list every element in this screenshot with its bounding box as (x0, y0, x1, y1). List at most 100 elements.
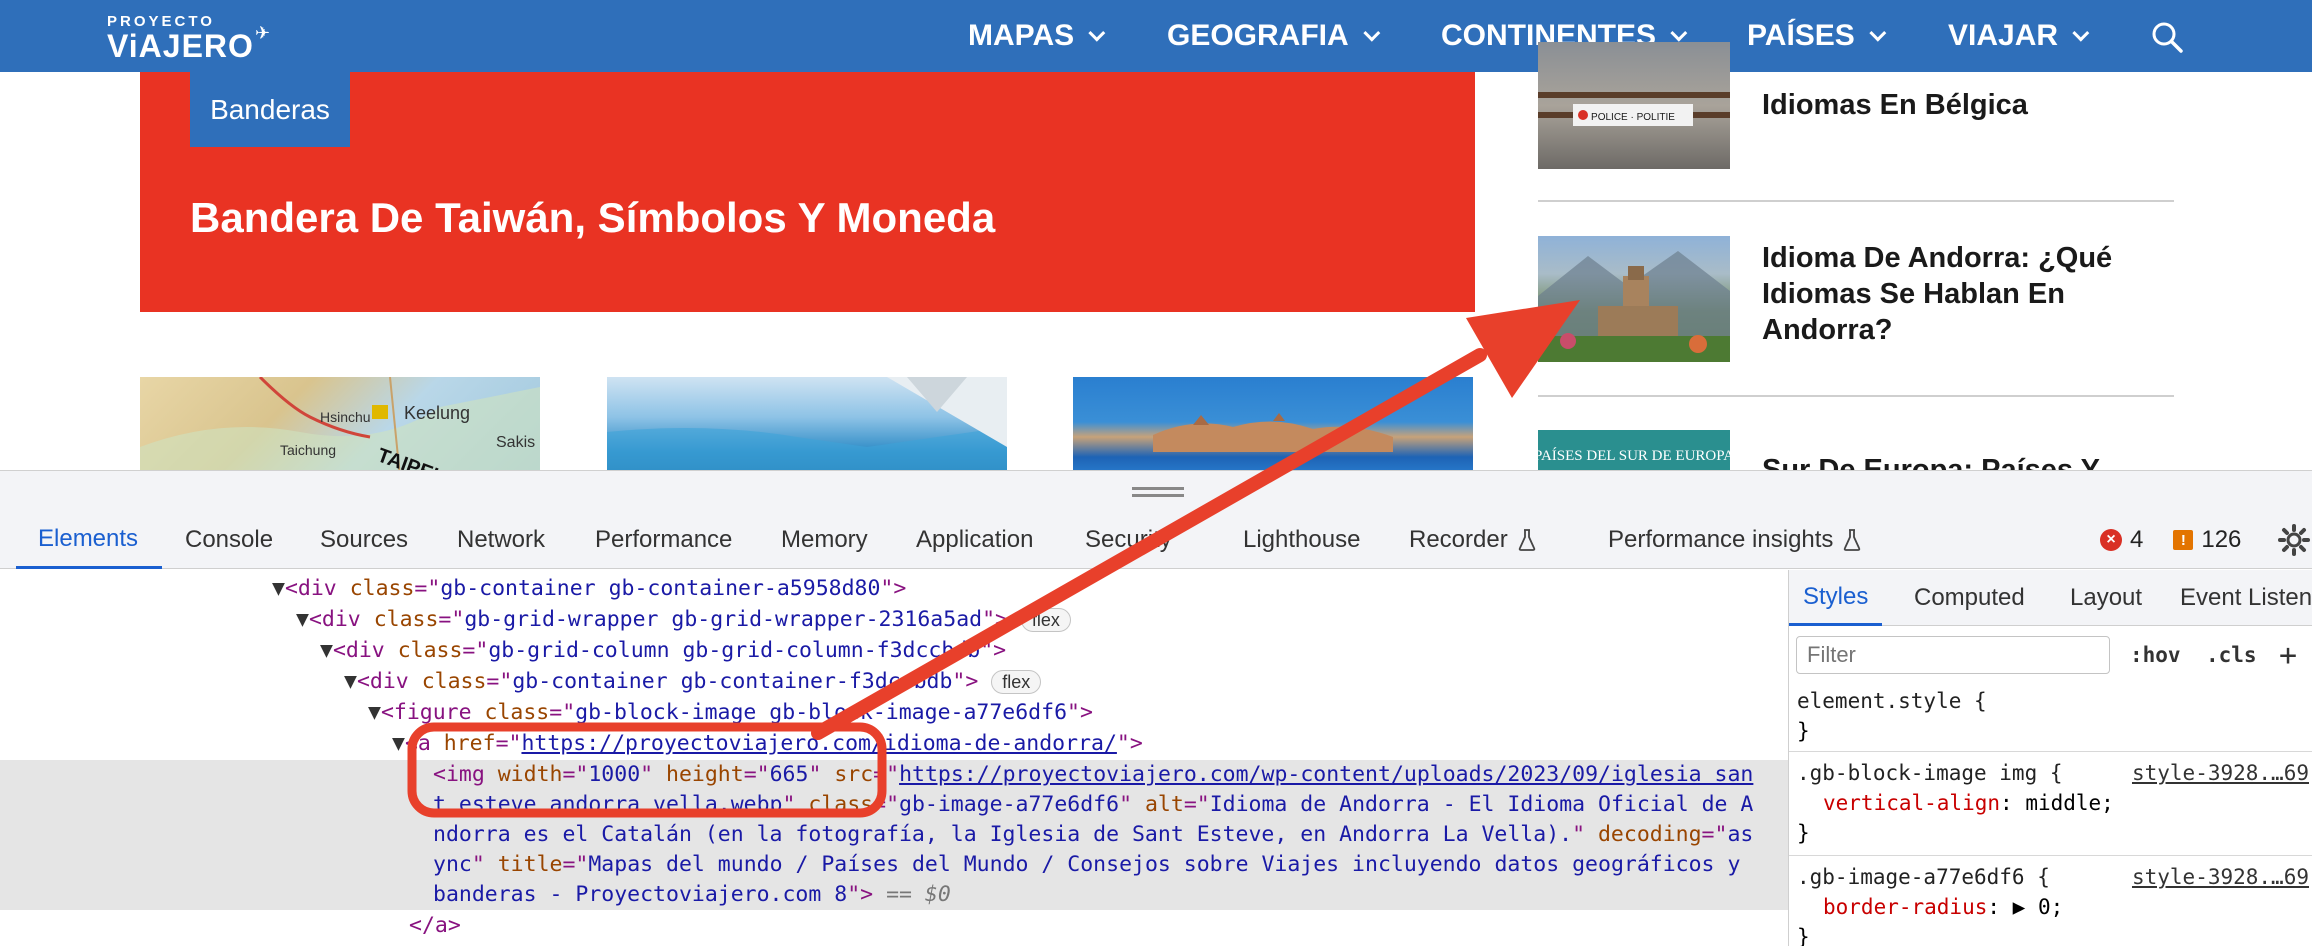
chevron-down-icon (1363, 24, 1380, 42)
css-value: ▶ 0; (2012, 895, 2064, 919)
tab-memory[interactable]: Memory (781, 511, 868, 569)
sidebar-article-andorra[interactable]: Idioma De Andorra: ¿Qué Idiomas Se Habla… (1538, 236, 2174, 362)
category-badge[interactable]: Banderas (190, 72, 350, 147)
node-class: gb-container gb-container-f3dccbdb (512, 669, 953, 694)
tab-network[interactable]: Network (457, 511, 545, 569)
tab-security[interactable]: Security (1085, 511, 1172, 569)
node-class: gb-grid-wrapper gb-grid-wrapper-2316a5ad (464, 607, 983, 632)
img-title-value: Mapas del mundo / Países del Mundo / Con… (588, 852, 1741, 877)
nav-label: MAPAS (968, 19, 1075, 52)
map-label-keelung: Keelung (404, 403, 470, 423)
tab-console[interactable]: Console (185, 511, 273, 569)
sidebar-divider (1538, 200, 2174, 202)
img-decoding-value: as (1727, 822, 1754, 847)
error-count: 4 (2130, 526, 2144, 553)
article-title[interactable]: Sur De Europa: Países Y (1762, 452, 2182, 470)
dom-node-figure[interactable]: ▼<figure class="gb-block-image gb-block-… (368, 698, 1093, 729)
plane-icon: ✈ (255, 23, 271, 43)
article-thumbnail (1538, 236, 1730, 362)
css-selector: element.style { (1797, 689, 1987, 713)
tab-performance-insights-label: Performance insights (1608, 526, 1834, 553)
thumbnail-aerial-sea[interactable] (607, 377, 1007, 470)
css-declaration[interactable]: vertical-align: middle; (1797, 788, 2312, 818)
chevron-down-icon (1088, 24, 1106, 42)
search-icon[interactable] (2150, 20, 2184, 54)
tab-sources[interactable]: Sources (320, 511, 408, 569)
tab-application[interactable]: Application (916, 511, 1033, 569)
article-title[interactable]: Idiomas En Bélgica (1762, 87, 2182, 123)
article-thumbnail: POLICE · POLITIE (1538, 42, 1730, 169)
tab-performance-insights[interactable]: Performance insights (1608, 511, 1861, 569)
devtools-tab-bar: Elements Console Sources Network Perform… (0, 511, 2312, 569)
dom-node-img-line-5[interactable]: banderas - Proyectoviajero.com 8"> == $0 (433, 880, 951, 911)
dom-node-img-line-4[interactable]: ync" title="Mapas del mundo / Países del… (433, 850, 1740, 881)
css-rule-gb-block-image[interactable]: .gb-block-image img { style-3928.…69 ver… (1789, 758, 2312, 856)
img-width-value: 1000 (588, 762, 641, 787)
dom-node-img-line-2[interactable]: t esteve andorra vella.webp" class="gb-i… (433, 790, 1753, 821)
tab-lighthouse[interactable]: Lighthouse (1243, 511, 1360, 569)
dom-node-container[interactable]: ▼<div class="gb-container gb-container-a… (272, 574, 906, 605)
tab-elements[interactable]: Elements (16, 511, 163, 569)
styles-filter-input[interactable] (1796, 636, 2110, 674)
dom-node-grid-wrapper[interactable]: ▼<div class="gb-grid-wrapper gb-grid-wra… (296, 605, 1071, 636)
sea-illustration (607, 377, 1007, 470)
dom-node-inner-container[interactable]: ▼<div class="gb-container gb-container-f… (344, 667, 1042, 698)
map-illustration: Keelung TAIPEI Hsinchu Taichung Sakis (140, 377, 540, 470)
css-value: middle; (2025, 791, 2114, 815)
dom-node-img-line-3[interactable]: ndorra es el Catalán (en la fotografía, … (433, 820, 1753, 851)
thumbnail-taiwan-map[interactable]: Keelung TAIPEI Hsinchu Taichung Sakis (140, 377, 540, 470)
css-property: vertical-align (1823, 791, 2001, 815)
hero-title[interactable]: Bandera De Taiwán, Símbolos Y Moneda (190, 194, 995, 242)
dom-node-grid-column[interactable]: ▼<div class="gb-grid-column gb-grid-colu… (320, 636, 1006, 667)
hero-banner[interactable]: Banderas Bandera De Taiwán, Símbolos Y M… (140, 72, 1475, 312)
devtools-panel: Elements Console Sources Network Perform… (0, 470, 2312, 946)
chevron-down-icon (1869, 24, 1887, 42)
css-close-brace: } (1797, 821, 1810, 845)
nav-item-geografia[interactable]: GEOGRAFIA (1167, 18, 1380, 54)
warning-count: 126 (2201, 526, 2242, 553)
dom-node-anchor[interactable]: ▼<a href="https://proyectoviajero.com/id… (392, 729, 1143, 760)
thumbnail-coastal-city[interactable] (1073, 377, 1473, 470)
sidebar-divider (1538, 395, 2174, 397)
nav-item-mapas[interactable]: MAPAS (968, 18, 1106, 54)
flex-badge[interactable]: flex (991, 670, 1042, 694)
dom-node-anchor-close[interactable]: </a> (409, 911, 461, 942)
sidebar-article-belgica[interactable]: POLICE · POLITIE Idiomas En Bélgica (1538, 42, 2174, 169)
class-toggle[interactable]: .cls (2206, 638, 2257, 672)
hover-state-toggle[interactable]: :hov (2130, 638, 2181, 672)
css-rule-gb-image[interactable]: .gb-image-a77e6df6 { style-3928.…69 bord… (1789, 862, 2312, 946)
tab-layout[interactable]: Layout (2070, 570, 2142, 626)
nav-label: PAÍSES (1747, 19, 1855, 52)
issues-counter[interactable]: × 4 ! 126 (2100, 511, 2241, 569)
flex-badge[interactable]: flex (1020, 608, 1071, 632)
dom-node-img-line-1[interactable]: <img width="1000" height="665" src="http… (433, 760, 1753, 791)
tab-recorder[interactable]: Recorder (1409, 511, 1536, 569)
css-declaration[interactable]: border-radius: ▶ 0; (1797, 892, 2312, 922)
article-thumbnail-label: PAÍSES DEL SUR DE EUROPA (1538, 447, 1730, 464)
site-logo[interactable]: PROYECTO ViAJERO ✈ (107, 14, 270, 62)
css-rule-element-style[interactable]: element.style { } (1789, 686, 2312, 752)
styles-sidebar: Styles Computed Layout Event Listen :hov… (1788, 570, 2312, 946)
img-src-link[interactable]: https://proyectoviajero.com/wp-content/u… (899, 762, 1753, 787)
nav-item-paises[interactable]: PAÍSES (1747, 18, 1887, 54)
img-title-value-continued: banderas - Proyectoviajero.com 8 (433, 882, 848, 907)
nav-item-viajar[interactable]: VIAJAR (1948, 18, 2090, 54)
tab-styles[interactable]: Styles (1789, 570, 1883, 626)
tab-event-listeners[interactable]: Event Listen (2180, 570, 2312, 626)
node-href-link[interactable]: https://proyectoviajero.com/idioma-de-an… (521, 731, 1116, 756)
devtools-resize-bar[interactable] (0, 471, 2312, 511)
police-sign-illustration: POLICE · POLITIE (1538, 92, 1730, 126)
node-class: gb-block-image gb-block-image-a77e6df6 (575, 700, 1068, 725)
church-illustration (1538, 251, 1730, 362)
css-source-link[interactable]: style-3928.…69 (2132, 758, 2309, 788)
tab-performance[interactable]: Performance (595, 511, 732, 569)
new-style-rule-button[interactable]: + (2279, 638, 2297, 673)
tab-computed[interactable]: Computed (1914, 570, 2025, 626)
map-label-hsinchu: Hsinchu (320, 409, 371, 425)
img-src-link-continued[interactable]: t esteve andorra vella.webp (433, 792, 783, 817)
css-source-link[interactable]: style-3928.…69 (2132, 862, 2309, 892)
article-title[interactable]: Idioma De Andorra: ¿Qué Idiomas Se Habla… (1762, 240, 2182, 348)
sidebar-article-sur-europa[interactable]: PAÍSES DEL SUR DE EUROPA Sur De Europa: … (1538, 430, 2174, 470)
gear-icon[interactable] (2278, 524, 2310, 556)
drag-handle-icon[interactable] (1132, 487, 1184, 497)
